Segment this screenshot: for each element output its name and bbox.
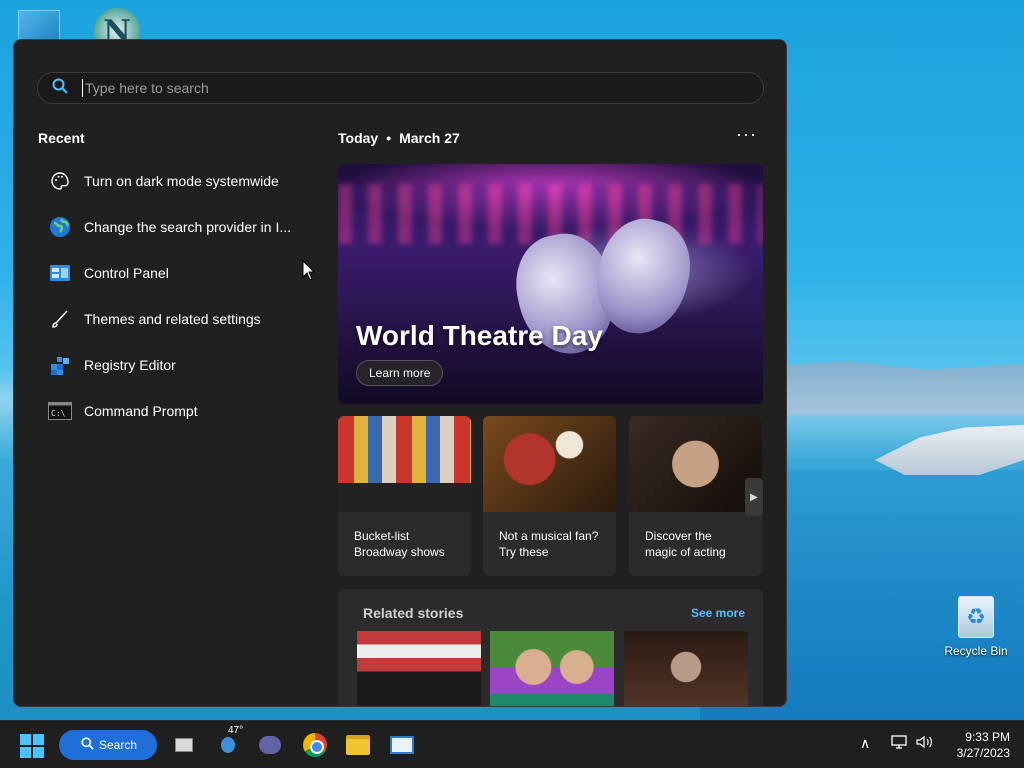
windows-logo-icon [20,747,31,758]
related-story-thumbnail[interactable] [490,631,614,706]
search-panel: Recent Turn on dark mode systemwide Chan… [13,39,787,707]
related-story-thumbnail[interactable] [624,631,748,706]
caption-line: Discover the [645,529,712,543]
recent-item-label: Themes and related settings [84,311,261,327]
chrome-icon[interactable] [303,733,327,757]
brush-icon [48,307,72,331]
weather-widget[interactable]: 47° [216,725,243,757]
caption-line: Not a musical fan? [499,529,599,543]
start-button[interactable] [20,734,44,758]
windows-logo-icon [33,747,44,758]
recent-item-search-provider[interactable]: Change the search provider in I... [38,204,318,250]
learn-more-button[interactable]: Learn more [356,360,444,386]
story-card-caption: Discover the magic of acting [629,512,762,560]
taskbar-search-label: Search [99,738,138,752]
windows-logo-icon [33,734,44,745]
story-card-broadway[interactable]: Bucket-list Broadway shows [338,416,471,576]
story-card-image [483,416,616,512]
caption-line: Bucket-list [354,529,410,543]
story-card-caption: Bucket-list Broadway shows [338,512,471,560]
recent-item-control-panel[interactable]: Control Panel [38,250,318,296]
recent-item-label: Control Panel [84,265,169,281]
recycle-bin-label: Recycle Bin [944,644,1008,658]
recent-item-label: Change the search provider in I... [84,219,292,235]
taskbar-search-button[interactable]: Search [59,730,157,760]
recent-item-registry-editor[interactable]: Registry Editor [38,342,318,388]
globe-icon [48,215,72,239]
recent-item-label: Command Prompt [84,403,198,419]
show-hidden-icons-chevron-icon[interactable]: ∧ [860,735,870,752]
today-label: Today [338,130,379,146]
network-icon[interactable] [891,735,907,752]
palette-icon [48,169,72,193]
task-view-icon[interactable] [172,733,196,757]
file-explorer-icon[interactable] [346,733,370,757]
caption-line: magic of acting [645,545,726,559]
search-box[interactable] [37,72,764,104]
related-stories-title: Related stories [363,605,464,621]
recycle-bin-icon: ♻ [958,596,994,638]
recent-item-dark-mode[interactable]: Turn on dark mode systemwide [38,158,318,204]
chat-icon[interactable] [258,733,282,757]
related-stories: Related stories See more [338,589,763,706]
next-arrow-icon[interactable]: ▶ [745,478,763,516]
story-card-musical[interactable]: Not a musical fan? Try these [483,416,616,576]
today-separator: • [386,130,392,146]
recent-item-themes[interactable]: Themes and related settings [38,296,318,342]
recycle-bin[interactable]: ♻ Recycle Bin [944,596,1008,658]
cmd-icon: C:\ [48,399,72,423]
caption-line: Broadway shows [354,545,445,559]
story-card-caption: Not a musical fan? Try these [483,512,616,560]
search-input[interactable] [85,80,685,96]
system-clock[interactable]: 9:33 PM 3/27/2023 [944,729,1010,761]
story-card-image [629,416,762,512]
taskbar: Search 47° ∧ 9:33 PM 3/27/2023 [0,720,1024,768]
see-more-link[interactable]: See more [691,606,745,620]
today-header: Today • March 27 [338,130,460,146]
text-caret [82,79,83,97]
desktop-wallpaper-island [875,425,1024,475]
today-date: March 27 [399,130,460,146]
registry-icon [48,353,72,377]
volume-icon[interactable] [916,735,934,752]
recent-item-label: Registry Editor [84,357,176,373]
caption-line: Try these [499,545,549,559]
weather-temp: 47° [228,725,244,736]
recent-item-command-prompt[interactable]: C:\ Command Prompt [38,388,318,434]
story-card-acting[interactable]: Discover the magic of acting [629,416,762,576]
terminal-app-icon[interactable] [390,733,414,757]
recent-list: Turn on dark mode systemwide Change the … [38,158,318,434]
control-panel-icon [48,261,72,285]
story-card-image [338,416,471,512]
more-options-icon[interactable]: ··· [736,124,757,145]
weather-icon [221,737,235,753]
mouse-cursor-icon [302,260,316,281]
story-cards: Bucket-list Broadway shows Not a musical… [338,416,763,576]
windows-logo-icon [20,734,31,745]
hero-title: World Theatre Day [356,320,603,351]
search-icon [81,737,94,753]
search-icon [52,78,72,99]
recent-item-label: Turn on dark mode systemwide [84,173,279,189]
recent-title: Recent [38,130,85,146]
hero-card[interactable]: World Theatre Day Learn more [338,164,763,404]
related-story-thumbnail[interactable] [357,631,481,706]
desktop-shortcut-icon[interactable] [18,10,60,42]
svg-text:C:\: C:\ [51,409,66,418]
clock-time: 9:33 PM [965,730,1010,744]
clock-date: 3/27/2023 [956,746,1010,760]
